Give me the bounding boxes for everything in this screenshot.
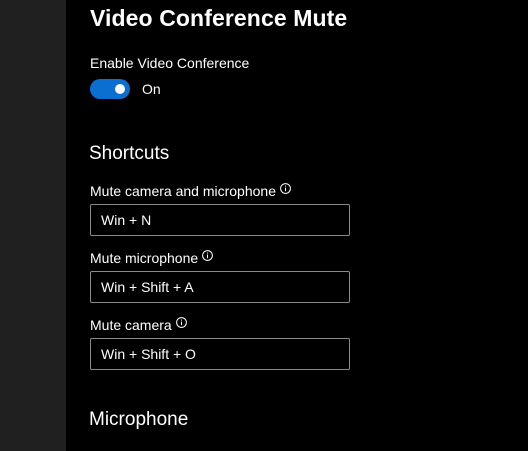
mute-microphone-shortcut-input[interactable]: Win + Shift + A: [90, 271, 350, 303]
mute-camera-label-text: Mute camera: [90, 317, 172, 333]
mute-microphone-label-text: Mute microphone: [90, 250, 199, 266]
mute-camera-and-microphone-shortcut-input[interactable]: Win + N: [90, 204, 350, 236]
toggle-knob: [115, 84, 125, 94]
mute-camera-label: Mute camera: [90, 316, 187, 334]
info-icon[interactable]: [175, 316, 187, 328]
sidebar: [0, 0, 66, 451]
mute-microphone-label: Mute microphone: [90, 249, 214, 267]
toggle-state-label: On: [142, 81, 161, 97]
mute-camera-shortcut-input[interactable]: Win + Shift + O: [90, 338, 350, 370]
page-title: Video Conference Mute: [90, 5, 348, 31]
info-icon[interactable]: [202, 249, 214, 261]
mute-camera-and-microphone-label: Mute camera and microphone: [90, 182, 291, 200]
settings-window: Video Conference Mute Enable Video Confe…: [0, 0, 528, 451]
enable-video-conference-label: Enable Video Conference: [90, 55, 250, 71]
content-pane: Video Conference Mute Enable Video Confe…: [66, 0, 528, 451]
microphone-section-title: Microphone: [89, 409, 189, 430]
info-icon[interactable]: [280, 182, 291, 194]
shortcuts-section-title: Shortcuts: [89, 143, 170, 164]
mute-camera-and-microphone-label-text: Mute camera and microphone: [90, 183, 276, 199]
enable-video-conference-toggle[interactable]: [90, 79, 130, 99]
